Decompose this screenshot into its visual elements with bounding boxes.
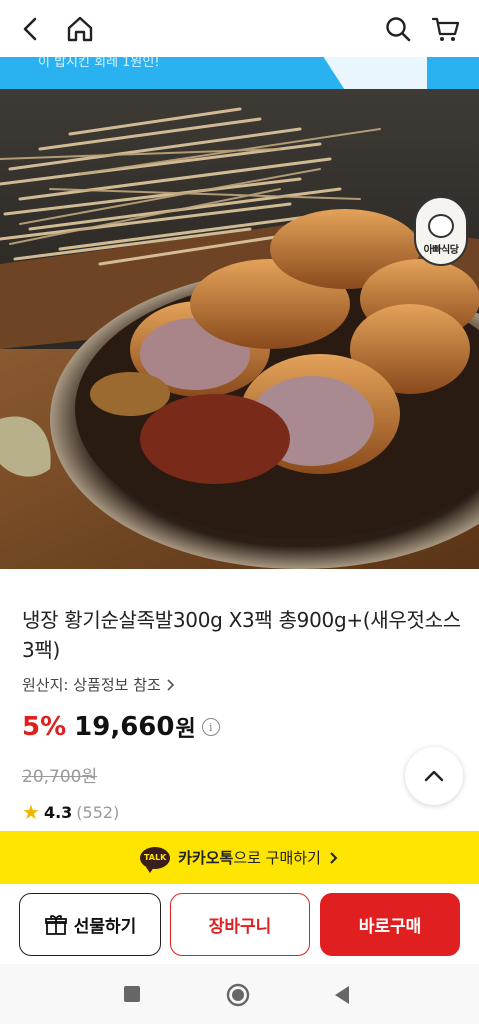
cart-icon[interactable] (429, 12, 463, 46)
home-icon[interactable] (63, 12, 97, 46)
back-arrow-icon[interactable] (14, 12, 48, 46)
buy-now-button[interactable]: 바로구매 (320, 893, 460, 956)
add-to-cart-label: 장바구니 (208, 917, 272, 937)
sale-price: 19,660 (74, 712, 175, 742)
promo-banner[interactable]: 이 밥시킨 회레 1원인! (0, 57, 479, 89)
price-row: 5% 19,660 원 i (22, 711, 220, 743)
brand-name: 아빠식당 (423, 245, 459, 256)
origin-link[interactable]: 원산지: 상품정보 참조 (22, 674, 175, 695)
purchase-action-bar: 선물하기 장바구니 바로구매 (0, 884, 479, 964)
product-title: 냉장 황기순살족발300g X3팩 총900g+(새우젓소스 3팩) (22, 608, 461, 662)
product-hero-image[interactable]: 아빠식당 (0, 89, 479, 569)
review-count: (552) (76, 802, 120, 822)
home-circle-icon[interactable] (225, 982, 251, 1008)
kakaotalk-icon: TALK (140, 846, 171, 873)
buy-now-label: 바로구매 (358, 917, 422, 937)
rating-summary[interactable]: ★ 4.3 (552) (22, 800, 119, 824)
rating-score: 4.3 (43, 802, 73, 822)
back-triangle-icon[interactable] (332, 984, 352, 1006)
recents-square-icon[interactable] (122, 984, 142, 1004)
system-navigation-bar (0, 964, 479, 1024)
scroll-to-top-button[interactable] (405, 747, 463, 805)
gift-button-label: 선물하기 (73, 917, 137, 937)
currency-unit: 원 (175, 717, 196, 742)
gift-button[interactable]: 선물하기 (19, 893, 161, 956)
add-to-cart-button[interactable]: 장바구니 (170, 893, 310, 956)
top-navigation-bar (0, 0, 479, 57)
chef-face-icon (428, 214, 454, 238)
kakaotalk-purchase-button[interactable]: TALK 카카오톡 으로 구매하기 (0, 831, 479, 884)
search-icon[interactable] (381, 12, 415, 46)
kakao-label-bold: 카카오톡 (178, 849, 234, 867)
chevron-right-icon (330, 851, 338, 864)
banner-graphic (323, 57, 427, 89)
original-price: 20,700원 (22, 767, 98, 787)
chevron-right-icon (167, 678, 174, 691)
star-icon: ★ (22, 800, 40, 824)
brand-logo-badge: 아빠식당 (414, 196, 468, 266)
banner-text: 이 밥시킨 회레 1원인! (38, 57, 160, 70)
info-icon[interactable]: i (201, 718, 220, 736)
kakao-label-rest: 으로 구매하기 (233, 849, 321, 867)
origin-label: 원산지: 상품정보 참조 (22, 676, 161, 694)
gift-icon (44, 913, 68, 937)
hero-illustration (0, 107, 479, 569)
chevron-up-icon (424, 770, 444, 782)
discount-rate: 5% (22, 712, 67, 742)
